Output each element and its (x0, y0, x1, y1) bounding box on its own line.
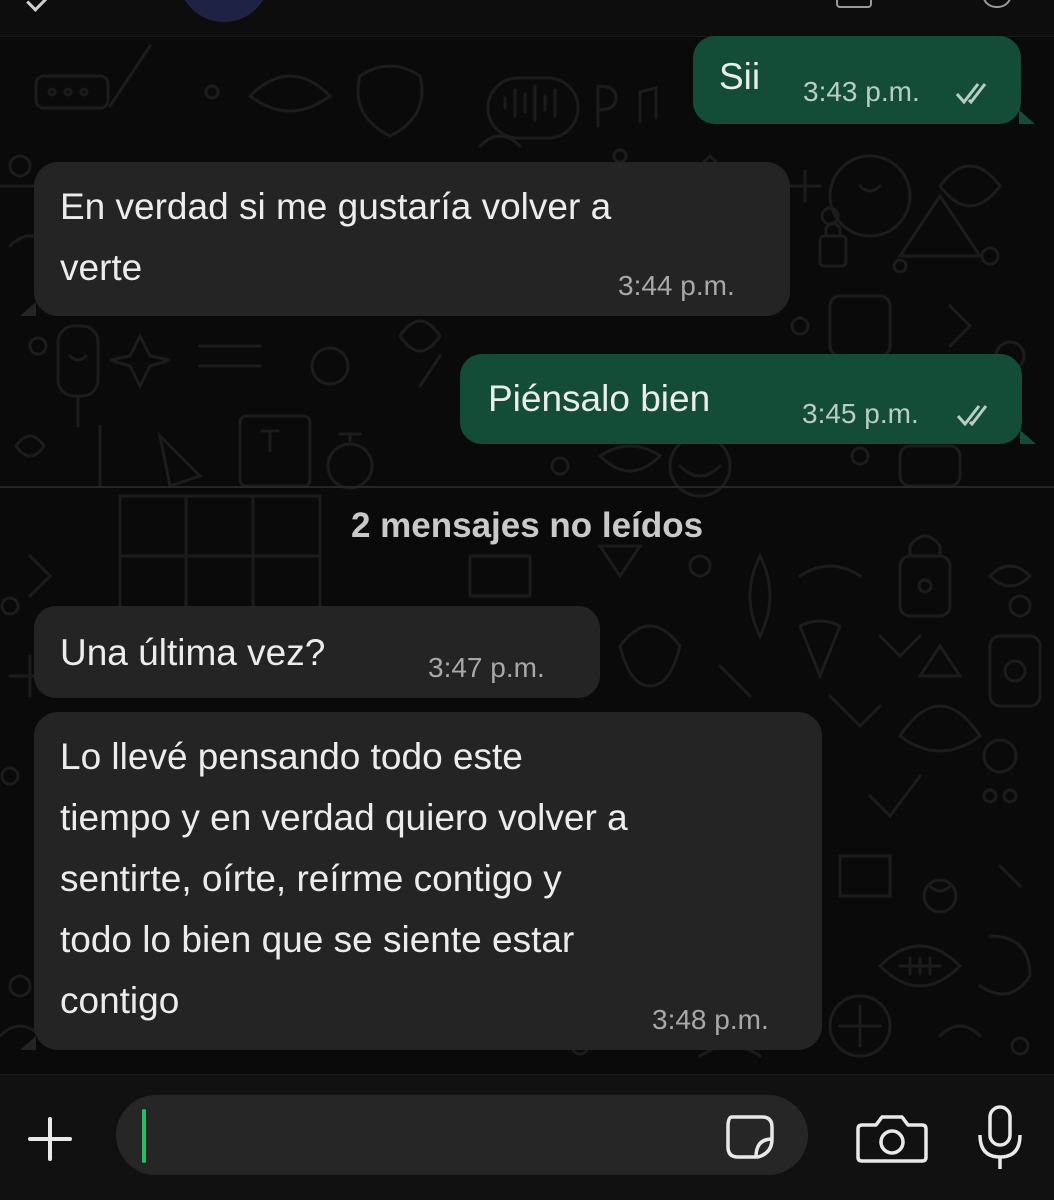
chat-header (0, 0, 1054, 37)
double-check-icon (955, 83, 987, 104)
message-bubble-incoming[interactable]: En verdad si me gustaría volver a verte … (34, 162, 790, 316)
message-text: En verdad si me gustaría volver a verte (60, 186, 612, 288)
message-bubble-incoming[interactable]: Lo llevé pensando todo este tiempo y en … (34, 712, 822, 1050)
chat-screen: Sii 3:43 p.m. En verdad si me gustaría v… (0, 0, 1054, 1200)
bubble-tail (20, 302, 36, 316)
text-caret (142, 1109, 146, 1163)
camera-icon[interactable] (856, 1113, 928, 1165)
sticker-icon[interactable] (724, 1113, 776, 1161)
message-time: 3:43 p.m. (803, 76, 920, 107)
message-text: Lo llevé pensando todo este tiempo y en … (60, 736, 628, 1021)
microphone-icon[interactable] (970, 1103, 1030, 1173)
bubble-tail (1019, 110, 1035, 124)
message-bubble-outgoing[interactable]: Piénsalo bien 3:45 p.m. (460, 354, 1022, 444)
message-text: Sii (719, 56, 761, 97)
video-call-icon[interactable] (836, 0, 872, 8)
message-time: 3:45 p.m. (802, 398, 919, 429)
unread-messages-divider: 2 mensajes no leídos (350, 506, 704, 545)
message-time: 3:44 p.m. (618, 270, 735, 301)
message-time: 3:47 p.m. (428, 652, 545, 683)
message-bubble-outgoing[interactable]: Sii 3:43 p.m. (693, 36, 1021, 124)
message-input[interactable] (116, 1095, 808, 1175)
message-text: Piénsalo bien (488, 378, 711, 419)
bubble-tail (20, 1036, 36, 1050)
message-time: 3:48 p.m. (652, 1004, 769, 1035)
message-composer (0, 1074, 1054, 1200)
plus-icon[interactable] (18, 1107, 82, 1171)
message-bubble-incoming[interactable]: Una última vez? 3:47 p.m. (34, 606, 600, 698)
bubble-tail (1020, 430, 1036, 444)
message-text: Una última vez? (60, 632, 326, 673)
contact-avatar[interactable] (178, 0, 270, 22)
unread-divider-line (0, 486, 1054, 488)
call-icon[interactable] (982, 0, 1012, 8)
back-arrow-icon[interactable] (26, 0, 49, 12)
double-check-icon (956, 405, 988, 426)
